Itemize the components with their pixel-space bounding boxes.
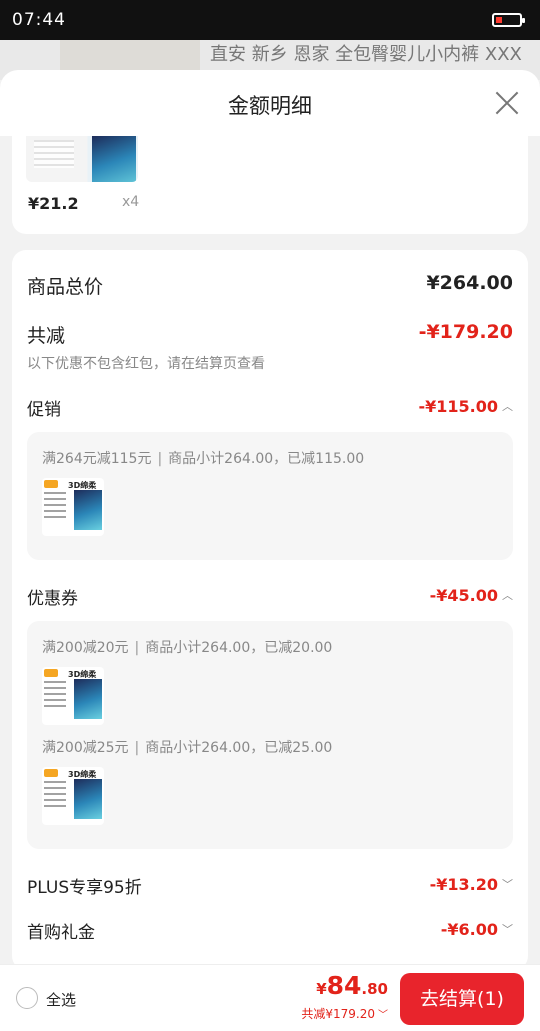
coupon-rule-detail: 商品小计264.00，已减20.00 bbox=[145, 640, 333, 656]
promotion-row[interactable]: 促销 -¥115.00 ︿ bbox=[27, 395, 513, 421]
coupon-value: -¥45.00 bbox=[429, 586, 498, 605]
promotion-value: -¥115.00 bbox=[418, 397, 498, 416]
first-purchase-row[interactable]: 首购礼金 -¥6.00 ﹀ bbox=[27, 918, 513, 944]
product-unit-price: ¥21.2 bbox=[28, 194, 79, 213]
coupon-product-thumbnail: 3D绵柔 bbox=[42, 667, 104, 725]
coupon-rule-detail: 商品小计264.00，已减25.00 bbox=[145, 740, 333, 756]
promotion-label: 促销 bbox=[27, 400, 61, 420]
total-discount-row: 共减 -¥179.20 bbox=[27, 321, 513, 349]
final-price: ¥84.80 bbox=[316, 971, 388, 1000]
total-discount-label: 共减 bbox=[27, 325, 66, 347]
product-quantity: x4 bbox=[122, 194, 140, 210]
background-product-title: 直安 新乡 恩家 全包臀婴儿小内裤 XXX bbox=[210, 44, 522, 65]
product-card: ¥21.2 x4 bbox=[12, 136, 528, 234]
checkout-bar: 全选 ¥84.80 共减¥179.20 ﹀ 去结算(1) bbox=[0, 964, 540, 1031]
coupon-rule-condition: 满200减25元 bbox=[42, 740, 129, 756]
final-price-currency: ¥ bbox=[316, 980, 327, 998]
first-purchase-value: -¥6.00 bbox=[440, 920, 498, 939]
chevron-down-icon: ﹀ bbox=[378, 1010, 388, 1021]
amount-detail-sheet: 金额明细 ¥21.2 x4 商品总价 ¥264.00 共减 -¥179.20 以… bbox=[0, 70, 540, 1031]
status-bar: 07:44 bbox=[0, 0, 540, 40]
thumbnail-text: 3D绵柔 bbox=[68, 770, 97, 779]
thumbnail-text: 3D绵柔 bbox=[68, 670, 97, 679]
coupon-row[interactable]: 优惠券 -¥45.00 ︿ bbox=[27, 584, 513, 610]
total-price-row: 商品总价 ¥264.00 bbox=[27, 272, 513, 300]
status-time: 07:44 bbox=[12, 10, 66, 30]
radio-unchecked-icon[interactable] bbox=[16, 987, 38, 1009]
chevron-down-icon: ﹀ bbox=[502, 878, 513, 891]
coupon-rule: 满200减20元 | 商品小计264.00，已减20.00 bbox=[42, 640, 333, 656]
amount-detail-card: 商品总价 ¥264.00 共减 -¥179.20 以下优惠不包含红包，请在结算页… bbox=[12, 250, 528, 970]
coupon-detail-box: 满200减20元 | 商品小计264.00，已减20.00 3D绵柔 满200减25… bbox=[27, 621, 513, 849]
thumbnail-text: 3D绵柔 bbox=[68, 481, 97, 490]
promotion-rule-condition: 满264元减115元 bbox=[42, 451, 152, 467]
total-discount-value: -¥179.20 bbox=[418, 321, 513, 343]
chevron-up-icon: ︿ bbox=[502, 400, 513, 413]
plus-discount-value: -¥13.20 bbox=[429, 875, 498, 894]
promotion-value-wrap: -¥115.00 ︿ bbox=[418, 397, 513, 416]
chevron-up-icon: ︿ bbox=[502, 589, 513, 602]
saved-amount: 共减¥179.20 bbox=[301, 1007, 375, 1021]
sheet-title: 金额明细 bbox=[228, 94, 312, 118]
sheet-header: 金额明细 bbox=[0, 70, 540, 136]
product-image bbox=[26, 136, 138, 182]
select-all-label[interactable]: 全选 bbox=[46, 989, 76, 1010]
plus-discount-value-wrap: -¥13.20 ﹀ bbox=[430, 875, 513, 894]
promotion-product-thumbnail: 3D绵柔 bbox=[42, 478, 104, 536]
chevron-down-icon: ﹀ bbox=[502, 923, 513, 936]
coupon-rule-condition: 满200减20元 bbox=[42, 640, 129, 656]
battery-icon bbox=[492, 13, 525, 27]
plus-discount-label: PLUS专享95折 bbox=[27, 878, 142, 898]
final-price-integer: 84 bbox=[326, 971, 362, 1000]
first-purchase-value-wrap: -¥6.00 ﹀ bbox=[441, 920, 513, 939]
promotion-rule-detail: 商品小计264.00，已减115.00 bbox=[168, 451, 365, 467]
checkout-button[interactable]: 去结算(1) bbox=[400, 973, 524, 1025]
saved-amount-toggle[interactable]: 共减¥179.20 ﹀ bbox=[301, 1005, 388, 1022]
coupon-product-thumbnail: 3D绵柔 bbox=[42, 767, 104, 825]
total-price-label: 商品总价 bbox=[27, 276, 104, 298]
promotion-detail-box: 满264元减115元 | 商品小计264.00，已减115.00 3D绵柔 bbox=[27, 432, 513, 560]
close-icon[interactable] bbox=[494, 90, 520, 116]
coupon-value-wrap: -¥45.00 ︿ bbox=[430, 586, 513, 605]
promotion-rule: 满264元减115元 | 商品小计264.00，已减115.00 bbox=[42, 451, 365, 467]
total-price-value: ¥264.00 bbox=[426, 272, 513, 294]
first-purchase-label: 首购礼金 bbox=[27, 923, 95, 943]
plus-discount-row[interactable]: PLUS专享95折 -¥13.20 ﹀ bbox=[27, 873, 513, 899]
coupon-label: 优惠券 bbox=[27, 589, 78, 609]
final-price-decimal: .80 bbox=[361, 980, 388, 998]
discount-note: 以下优惠不包含红包，请在结算页查看 bbox=[27, 356, 265, 372]
coupon-rule: 满200减25元 | 商品小计264.00，已减25.00 bbox=[42, 740, 333, 756]
